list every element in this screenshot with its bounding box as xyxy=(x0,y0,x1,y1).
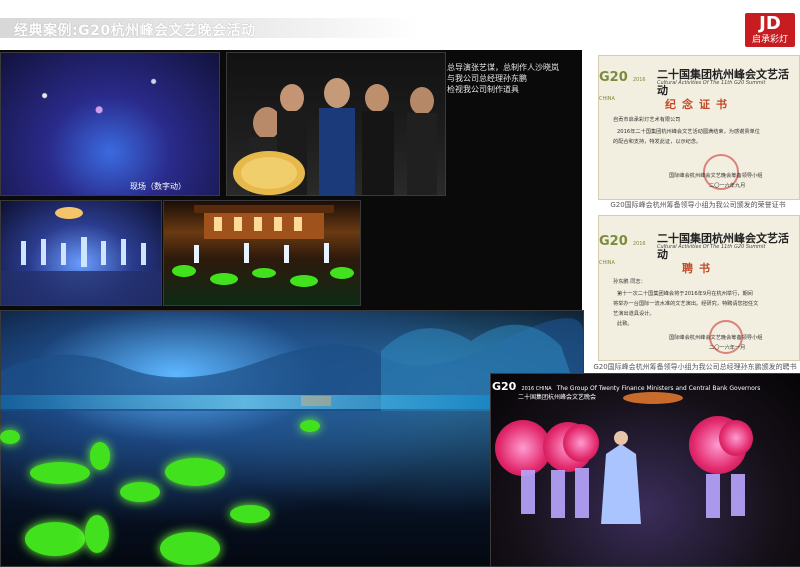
cert-issuer: 国际峰会杭州峰会文艺晚会筹备领导小组 xyxy=(669,335,763,341)
banner-line-1: The Group Of Twenty Finance Ministers an… xyxy=(556,385,761,392)
cert-body-1: 第十一次二十国集团峰会将于2016年9月在杭州举行，期间 xyxy=(617,291,753,297)
lotus-leaf xyxy=(120,482,160,502)
cert1-caption: G20国际峰会杭州筹备领导小组为我公司颁发的荣誉证书 xyxy=(610,201,786,209)
inspection-description: 总导演张艺谋，总制作人沙晓岚 与我公司总经理孙东鹏 检视我公司制作道具 xyxy=(447,62,577,95)
lotus-leaf xyxy=(85,515,109,553)
cert-body-2: 的配合和支持，特发此证，以示纪念。 xyxy=(613,139,702,145)
lotus-leaf xyxy=(0,430,20,444)
lotus-leaf xyxy=(230,505,270,523)
description-line-3: 检视我公司制作道具 xyxy=(447,85,519,94)
lotus-leaf xyxy=(25,522,85,556)
cert-issuer: 国际峰会杭州峰会文艺晚会筹备领导小组 xyxy=(669,173,763,179)
page-title: 经典案例:G20杭州峰会文艺晚会活动 xyxy=(14,23,256,39)
appointment-letter: G20 2016 CHINA 二十国集团杭州峰会文艺活动 Cultural Ac… xyxy=(598,215,800,361)
cert-body-2: 将举办一台国际一流水准的文艺演出。经研究，特聘请您担任文 xyxy=(613,301,759,307)
umbrella-dance-illustration xyxy=(1,207,161,305)
banner-line-2: 二十国集团杭州峰会文艺晚会 xyxy=(518,394,597,401)
honor-certificate: G20 2016 CHINA 二十国集团杭州峰会文艺活动 Cultural Ac… xyxy=(598,55,800,200)
logo-mark-icon: JD xyxy=(759,13,781,34)
cert-date: 二〇一六年一月 xyxy=(709,345,746,351)
cert-recipient: 孙东鹏 同志： xyxy=(613,279,646,285)
cert-recipient: 自贡市启承彩灯艺术有限公司 xyxy=(613,117,681,123)
cert2-caption: G20国际峰会杭州筹备领导小组为我公司总经理孙东鹏颁发的聘书 xyxy=(593,363,797,371)
cert-title-en: Cultural Activities Of The 11th G20 Summ… xyxy=(657,244,766,250)
lotus-leaf xyxy=(165,458,225,486)
g20-logo-mark: G20 xyxy=(599,234,628,249)
banner-g20-mark: G20 xyxy=(492,380,517,393)
lotus-leaf xyxy=(160,532,220,565)
cert-body-1: 2016年二十国集团杭州峰会文艺活动圆满结束，为感谢贵单位 xyxy=(617,129,760,135)
banner-g20-sub: 2016 CHINA xyxy=(521,386,552,392)
cert-date: 二〇一六年九月 xyxy=(709,183,746,189)
g20-banner: G20 2016 CHINA The Group Of Twenty Finan… xyxy=(492,375,798,401)
description-line-1: 总导演张艺谋，总制作人沙晓岚 xyxy=(447,63,559,72)
inspection-photo xyxy=(226,52,446,196)
lotus-leaf xyxy=(90,442,110,470)
brand-logo: JD 启承彩灯 xyxy=(745,13,795,47)
cert-body-4: 此致。 xyxy=(617,321,633,327)
umbrella-dance-photo xyxy=(0,200,162,306)
cert-name: 纪念证书 xyxy=(665,98,733,111)
lotus-leaf xyxy=(30,462,90,484)
photo-caption: 现场（数字动） xyxy=(130,182,186,191)
description-line-2: 与我公司总经理孙东鹏 xyxy=(447,74,527,83)
cert-body-3: 艺演出道具设计。 xyxy=(613,311,655,317)
cert-title-en: Cultural Activities Of The 11th G20 Summ… xyxy=(657,80,766,86)
performance-photo-1 xyxy=(0,52,220,196)
lotus-leaf xyxy=(300,420,320,432)
pavilion-lotus-photo xyxy=(163,200,361,306)
g20-logo-mark: G20 xyxy=(599,70,628,85)
shoreline-lights xyxy=(0,395,490,409)
inspection-illustration xyxy=(233,78,437,195)
logo-text: 启承彩灯 xyxy=(751,35,788,45)
dancer-illustration xyxy=(521,431,745,524)
pavilion-lotus-illustration xyxy=(172,205,354,287)
pink-umbrella-dance-photo xyxy=(490,373,800,567)
cert-name: 聘书 xyxy=(682,262,716,275)
